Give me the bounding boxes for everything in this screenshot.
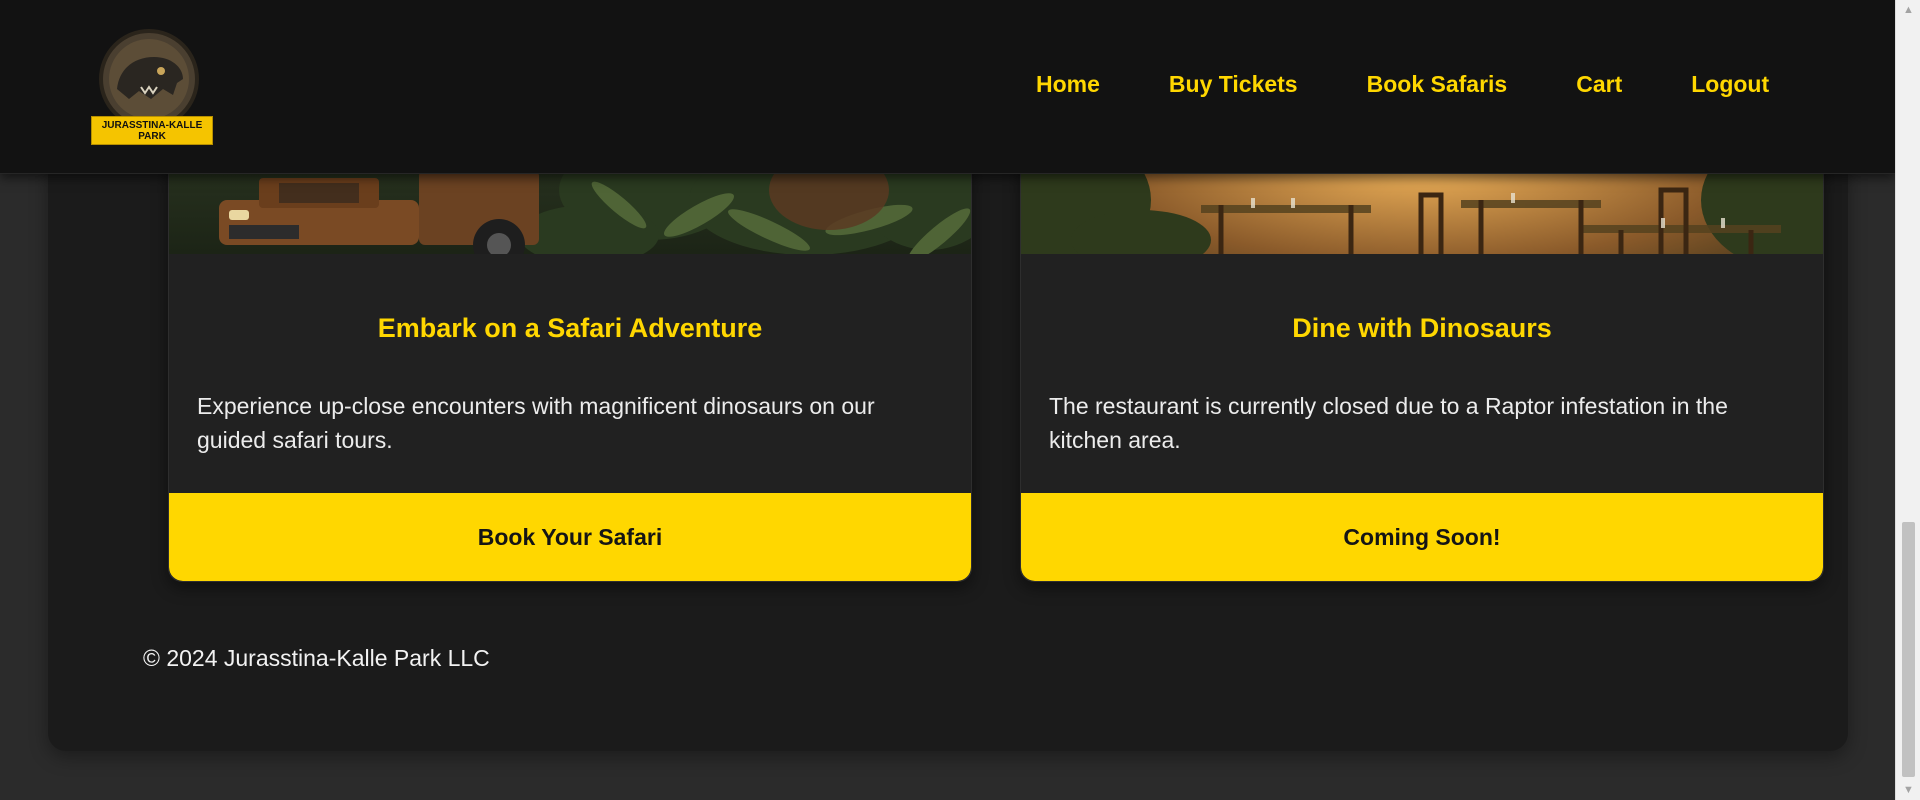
nav-logout[interactable]: Logout — [1691, 71, 1769, 98]
logo-text-line1: JURASSTINA-KALLE — [101, 119, 203, 131]
t-rex-skull-logo — [99, 29, 199, 129]
card-description: The restaurant is currently closed due t… — [1049, 393, 1728, 453]
park-logo[interactable]: JURASSTINA-KALLE PARK — [89, 29, 213, 147]
scroll-up-arrow-icon[interactable]: ▲ — [1896, 0, 1920, 20]
book-safari-button[interactable]: Book Your Safari — [169, 493, 971, 581]
scrollbar-thumb[interactable] — [1902, 522, 1915, 777]
nav-buy-tickets[interactable]: Buy Tickets — [1169, 71, 1298, 98]
logo-text-plate: JURASSTINA-KALLE PARK — [91, 116, 213, 145]
vertical-scrollbar[interactable]: ▲ ▼ — [1895, 0, 1920, 800]
footer-copyright: © 2024 Jurasstina-Kalle Park LLC — [143, 645, 490, 671]
logo-text-line2: PARK — [138, 130, 166, 142]
scroll-down-arrow-icon[interactable]: ▼ — [1896, 780, 1920, 800]
nav-book-safaris[interactable]: Book Safaris — [1367, 71, 1508, 98]
nav-cart[interactable]: Cart — [1576, 71, 1622, 98]
coming-soon-button[interactable]: Coming Soon! — [1021, 493, 1823, 581]
nav-links: Home Buy Tickets Book Safaris Cart Logou… — [1036, 71, 1769, 98]
nav-home[interactable]: Home — [1036, 71, 1100, 98]
card-description: Experience up-close encounters with magn… — [197, 393, 875, 453]
card-title: Embark on a Safari Adventure — [377, 313, 763, 343]
top-navbar: JURASSTINA-KALLE PARK Home Buy Tickets B… — [0, 0, 1895, 174]
card-title: Dine with Dinosaurs — [1292, 313, 1552, 343]
